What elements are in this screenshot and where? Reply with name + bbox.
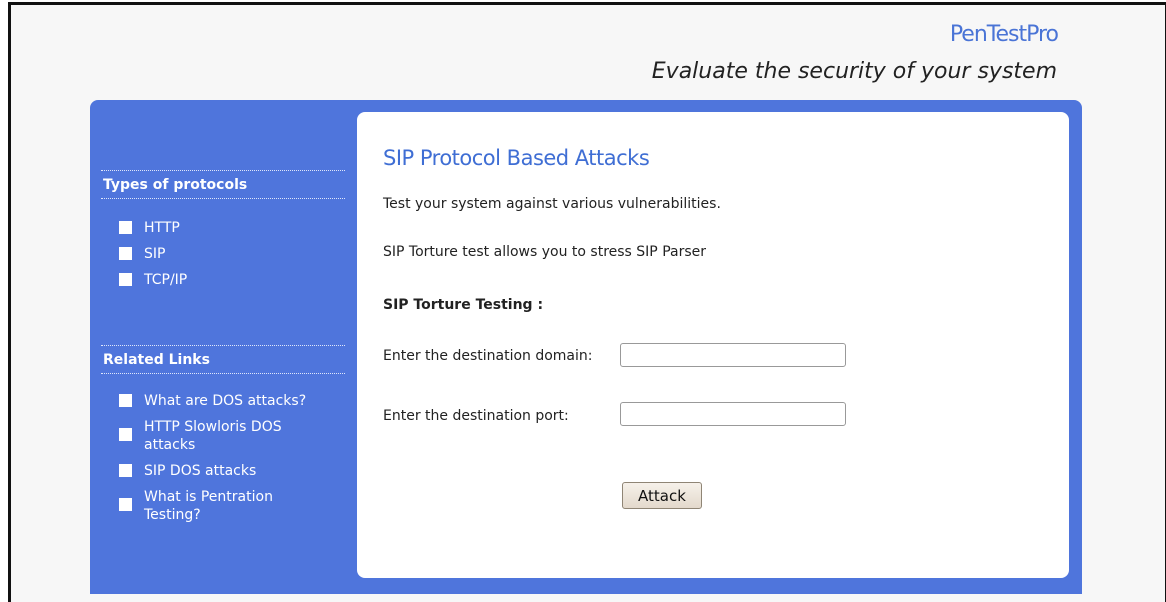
square-bullet-icon — [119, 247, 132, 260]
content-card: SIP Protocol Based Attacks Test your sys… — [357, 112, 1069, 578]
destination-domain-input[interactable] — [620, 343, 846, 367]
square-bullet-icon — [119, 221, 132, 234]
description-text: SIP Torture test allows you to stress SI… — [383, 244, 707, 260]
domain-label: Enter the destination domain: — [383, 348, 593, 364]
section-heading: SIP Torture Testing : — [383, 297, 544, 313]
link-sip-dos[interactable]: SIP DOS attacks — [144, 462, 256, 480]
related-links-list: What are DOS attacks? HTTP Slowloris DOS… — [101, 392, 345, 524]
square-bullet-icon — [119, 428, 132, 441]
sidebar-item-sip-dos[interactable]: SIP DOS attacks — [119, 462, 345, 480]
tagline: Evaluate the security of your system — [651, 59, 1057, 84]
sidebar-item-slowloris[interactable]: HTTP Slowloris DOS attacks — [119, 418, 345, 454]
link-dos-attacks[interactable]: What are DOS attacks? — [144, 392, 306, 410]
square-bullet-icon — [119, 464, 132, 477]
port-label: Enter the destination port: — [383, 408, 569, 424]
sidebar-link-http[interactable]: HTTP — [144, 219, 180, 237]
sidebar-link-sip[interactable]: SIP — [144, 245, 165, 263]
square-bullet-icon — [119, 273, 132, 286]
square-bullet-icon — [119, 498, 132, 511]
sidebar-item-dos-attacks[interactable]: What are DOS attacks? — [119, 392, 345, 410]
link-slowloris[interactable]: HTTP Slowloris DOS attacks — [144, 418, 309, 454]
square-bullet-icon — [119, 394, 132, 407]
sidebar: Types of protocols HTTP SIP TCP/IP Relat… — [101, 170, 345, 532]
sidebar-link-tcpip[interactable]: TCP/IP — [144, 271, 187, 289]
intro-text: Test your system against various vulnera… — [383, 196, 721, 212]
related-links-heading: Related Links — [101, 345, 345, 374]
sidebar-item-sip[interactable]: SIP — [119, 245, 345, 271]
sidebar-item-tcpip[interactable]: TCP/IP — [119, 271, 345, 297]
page-title: SIP Protocol Based Attacks — [383, 146, 650, 170]
link-pentesting[interactable]: What is Pentration Testing? — [144, 488, 294, 524]
destination-port-input[interactable] — [620, 402, 846, 426]
attack-button[interactable]: Attack — [622, 482, 702, 509]
brand-logo-link[interactable]: PenTestPro — [950, 22, 1059, 47]
sidebar-item-http[interactable]: HTTP — [119, 219, 345, 245]
protocols-heading: Types of protocols — [101, 170, 345, 199]
sidebar-item-pentesting[interactable]: What is Pentration Testing? — [119, 488, 345, 524]
protocols-list: HTTP SIP TCP/IP — [101, 219, 345, 297]
